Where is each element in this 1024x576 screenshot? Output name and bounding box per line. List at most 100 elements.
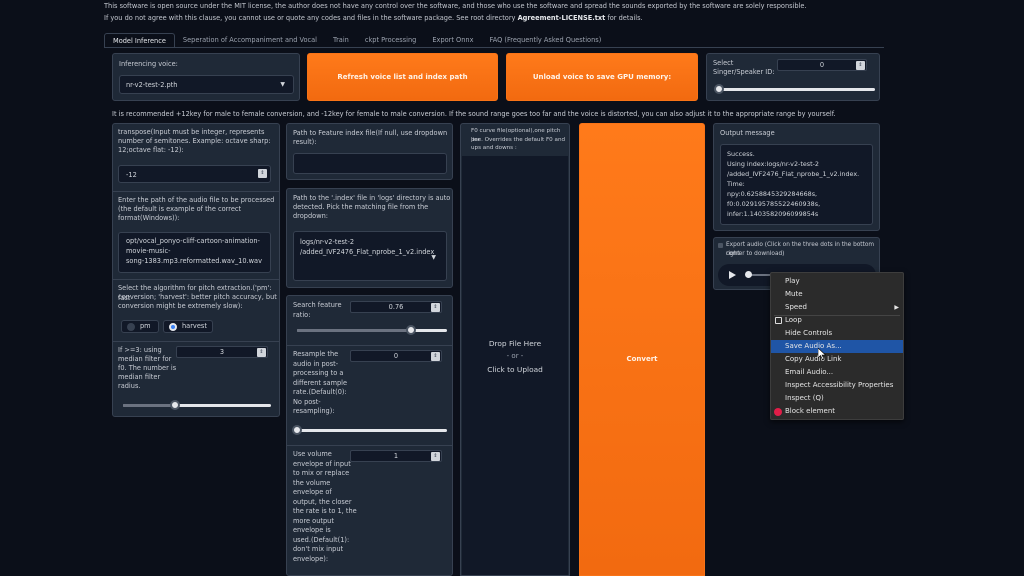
stepper-icon[interactable]: ⇕ [431,303,440,312]
tab-train[interactable]: Train [325,33,357,48]
stepper-icon[interactable]: ⇕ [856,61,865,70]
index-path-line: /added_IVF2476_Flat_nprobe_1_v2.index [300,248,435,256]
volume-label: envelope of input [293,459,351,468]
menu-item-save-audio[interactable]: Save Audio As... [771,340,903,353]
notice-text: for details. [605,14,643,22]
speaker-slider-thumb[interactable] [714,84,724,94]
checkbox-icon [775,317,782,324]
menu-item-loop[interactable]: Loop [771,314,903,327]
voice-panel: Inferencing voice: nr-v2-test-2.pth ▼ [112,53,300,101]
tab-model-inference[interactable]: Model Inference [104,33,175,48]
median-slider-fill [123,404,175,407]
speaker-panel: Select Singer/Speaker ID: 0 ⇕ [706,53,880,101]
transpose-input[interactable]: -12 ⇕ [118,165,271,183]
resample-label: different sample [293,378,348,387]
drop-text: Drop File Here [488,339,542,348]
menu-label: Loop [785,316,802,324]
chevron-down-icon: ▼ [280,81,285,88]
stepper-icon[interactable]: ⇕ [431,352,440,361]
voice-value: nr-v2-test-2.pth [126,81,178,89]
index-path-panel: Path to the '.index' file in 'logs' dire… [286,188,453,288]
menu-item-play[interactable]: Play [771,275,903,288]
convert-button[interactable]: Convert [579,123,705,576]
menu-label: Hide Controls [785,329,833,337]
index-path-dropdown[interactable]: logs/nr-v2-test-2 /added_IVF2476_Flat_np… [293,231,447,281]
post-processing-panel: Search feature ratio: 0.76 ⇕ Resample the… [286,295,453,576]
stop-sign-icon [774,408,782,416]
stepper-icon[interactable]: ⇕ [257,348,266,357]
search-ratio-slider-fill [297,329,411,332]
or-text: - or - [506,352,524,360]
menu-item-inspect[interactable]: Inspect (Q) [771,392,903,405]
menu-item-hide-controls[interactable]: Hide Controls [771,327,903,340]
menu-item-copy-audio-link[interactable]: Copy Audio Link [771,353,903,366]
notice-text: If you do not agree with this clause, yo… [104,14,518,22]
audio-progress-thumb[interactable] [745,271,752,278]
resample-label: resampling): [293,407,335,415]
volume-label: don't mix input [293,545,344,553]
radio-label: pm [140,322,151,330]
voice-dropdown[interactable]: nr-v2-test-2.pth ▼ [119,75,294,94]
median-slider-thumb[interactable] [169,400,180,410]
play-icon[interactable] [729,271,736,279]
transpose-value: -12 [126,171,137,179]
volume-label: envelope of [293,488,332,496]
output-label: Output message [720,129,775,137]
stepper-icon[interactable]: ⇕ [258,169,267,178]
audio-path-label-3: format(Windows)): [118,214,180,222]
menu-item-email-audio[interactable]: Email Audio... [771,366,903,379]
chevron-right-icon: ▶ [894,304,899,311]
search-ratio-input[interactable]: 0.76 ⇕ [350,301,442,313]
f0-dropzone[interactable]: Drop File Here - or - Click to Upload [462,156,568,575]
refresh-voice-button[interactable]: Refresh voice list and index path [307,53,498,101]
audio-path-line: movie-music- [126,247,171,255]
median-value: 3 [219,348,225,356]
menu-label: Inspect (Q) [785,394,824,402]
export-label-2: corner to download) [726,250,785,257]
output-line: npy:0.6258845329284668s, [727,190,818,198]
tab-separation[interactable]: Seperation of Accompaniment and Vocal [175,33,325,48]
median-slider[interactable] [123,400,271,410]
menu-item-inspect-accessibility[interactable]: Inspect Accessibility Properties [771,379,903,392]
speaker-id-input[interactable]: 0 ⇕ [777,59,867,71]
mouse-cursor-icon [818,348,826,360]
tab-divider [104,47,884,48]
volume-label: envelope is [293,526,331,534]
tab-faq[interactable]: FAQ (Frequently Asked Questions) [482,33,610,48]
resample-label: audio in post- [293,359,339,368]
output-line: /added_IVF2476_Flat_nprobe_1_v2.index. [727,170,860,178]
tab-ckpt-processing[interactable]: ckpt Processing [357,33,425,48]
volume-input[interactable]: 1 ⇕ [350,450,442,462]
volume-label: output, the closer [293,497,352,506]
tab-export-onnx[interactable]: Export Onnx [424,33,481,48]
search-ratio-slider-thumb[interactable] [406,325,416,335]
unload-voice-button[interactable]: Unload voice to save GPU memory: [506,53,698,101]
license-notice-line-2: If you do not agree with this clause, yo… [104,12,643,24]
license-filename: Agreement-LICENSE.txt [517,14,606,22]
search-ratio-value: 0.76 [388,303,404,311]
output-line: Success. [727,150,755,158]
radio-pm[interactable]: pm [121,320,159,333]
resample-slider[interactable] [292,425,447,435]
volume-label: Use volume [293,450,332,458]
menu-item-speed[interactable]: Speed ▶ [771,301,903,314]
stepper-icon[interactable]: ⇕ [431,452,440,461]
median-label-5: radius. [118,382,141,390]
resample-slider-thumb[interactable] [292,425,302,435]
output-message-box[interactable]: Success. Using index:logs/nr-v2-test-2 /… [720,144,873,225]
speaker-slider[interactable] [714,84,875,94]
resample-value: 0 [393,352,399,360]
resample-label: No post- [293,397,321,406]
license-notice-line-1: This software is open source under the M… [104,2,807,10]
search-ratio-slider[interactable] [297,325,447,335]
feature-path-input[interactable] [293,153,447,174]
audio-path-input[interactable]: opt/vocal_ponyo-cliff-cartoon-animation-… [118,232,271,273]
resample-input[interactable]: 0 ⇕ [350,350,442,362]
transpose-label-3: 12;octave flat: -12): [118,146,184,154]
menu-item-mute[interactable]: Mute [771,288,903,301]
radio-harvest[interactable]: harvest [163,320,213,333]
search-ratio-label-2: ratio: [293,311,311,319]
menu-item-block-element[interactable]: Block element [771,405,903,418]
median-input[interactable]: 3 ⇕ [176,346,268,358]
f0-upload-panel: F0 curve file(optional),one pitch per li… [460,123,570,576]
